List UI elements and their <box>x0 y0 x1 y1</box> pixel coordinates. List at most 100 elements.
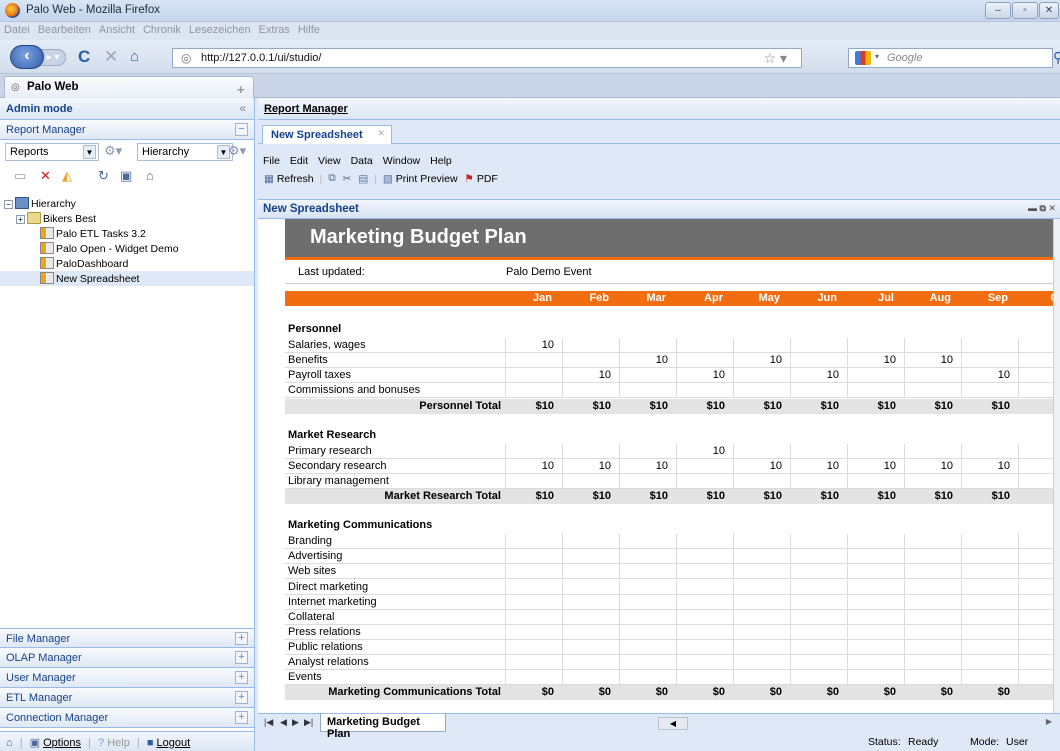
data-cell[interactable] <box>562 594 619 610</box>
data-cell[interactable] <box>676 624 733 640</box>
collapse-panel-icon[interactable]: « <box>239 101 246 115</box>
data-cell[interactable] <box>1018 473 1053 489</box>
data-cell[interactable] <box>676 383 733 399</box>
data-cell[interactable] <box>505 609 562 625</box>
data-cell[interactable] <box>847 443 904 459</box>
data-cell[interactable] <box>847 549 904 565</box>
maximize-icon[interactable]: ▫ <box>1012 2 1038 19</box>
data-cell[interactable] <box>505 473 562 489</box>
expand-icon[interactable]: + <box>235 711 248 724</box>
data-cell[interactable] <box>1018 383 1053 399</box>
data-cell[interactable]: 10 <box>733 353 790 369</box>
tree-node-palo-etl[interactable]: Palo ETL Tasks 3.2 <box>0 226 254 241</box>
data-cell[interactable] <box>505 534 562 550</box>
data-cell[interactable] <box>619 443 676 459</box>
data-cell[interactable] <box>904 579 961 595</box>
data-cell[interactable]: 10 <box>619 353 676 369</box>
paste-icon[interactable]: ▤ <box>358 173 368 185</box>
menu-chronik[interactable]: Chronik <box>139 22 185 36</box>
data-cell[interactable] <box>961 549 1018 565</box>
data-cell[interactable]: 10 <box>961 368 1018 384</box>
data-cell[interactable] <box>847 383 904 399</box>
data-cell[interactable] <box>904 338 961 354</box>
data-cell[interactable] <box>676 338 733 354</box>
data-cell[interactable] <box>733 534 790 550</box>
data-cell[interactable] <box>961 670 1018 686</box>
data-cell[interactable] <box>961 594 1018 610</box>
gear-icon[interactable]: ⚙▾ <box>104 143 122 159</box>
data-cell[interactable] <box>847 473 904 489</box>
data-cell[interactable] <box>562 624 619 640</box>
import-icon[interactable]: ◭ <box>62 168 72 184</box>
data-cell[interactable] <box>733 338 790 354</box>
home-icon[interactable]: ⌂ <box>146 168 154 183</box>
expand-icon[interactable]: + <box>235 691 248 704</box>
data-cell[interactable] <box>1018 609 1053 625</box>
data-cell[interactable] <box>790 624 847 640</box>
refresh-icon[interactable]: ↻ <box>98 168 109 184</box>
tree-node-new-spreadsheet[interactable]: New Spreadsheet <box>0 271 254 286</box>
data-cell[interactable] <box>904 594 961 610</box>
data-cell[interactable] <box>961 639 1018 655</box>
menu-hilfe[interactable]: Hilfe <box>294 22 324 36</box>
close-tab-icon[interactable]: ✕ <box>377 128 385 139</box>
window-controls-icon[interactable]: ▬ ⧉ ✕ <box>1028 203 1056 214</box>
data-cell[interactable] <box>790 383 847 399</box>
data-cell[interactable] <box>676 609 733 625</box>
data-cell[interactable] <box>562 338 619 354</box>
data-cell[interactable] <box>505 383 562 399</box>
data-cell[interactable] <box>1018 534 1053 550</box>
data-cell[interactable] <box>790 549 847 565</box>
data-cell[interactable] <box>1018 458 1053 474</box>
reports-select[interactable]: Reports ▼ <box>5 143 99 161</box>
data-cell[interactable] <box>733 368 790 384</box>
etl-manager-accordion[interactable]: ETL Manager + <box>0 688 254 708</box>
data-cell[interactable] <box>1018 368 1053 384</box>
help-link[interactable]: Help <box>107 737 130 749</box>
collapse-icon[interactable]: − <box>235 123 248 136</box>
sheet-nav-prev-icon[interactable]: ◀ <box>280 717 287 728</box>
data-cell[interactable] <box>904 564 961 580</box>
data-cell[interactable]: 10 <box>562 368 619 384</box>
data-cell[interactable] <box>619 594 676 610</box>
data-cell[interactable] <box>562 564 619 580</box>
data-cell[interactable] <box>961 473 1018 489</box>
data-cell[interactable] <box>847 338 904 354</box>
tree-node-bikers-best[interactable]: + Bikers Best <box>0 211 254 226</box>
olap-manager-accordion[interactable]: OLAP Manager + <box>0 648 254 668</box>
data-cell[interactable]: 10 <box>676 443 733 459</box>
connection-manager-accordion[interactable]: Connection Manager + <box>0 708 254 728</box>
data-cell[interactable] <box>904 549 961 565</box>
data-cell[interactable] <box>961 579 1018 595</box>
data-cell[interactable] <box>505 594 562 610</box>
google-engine-icon[interactable] <box>855 51 871 65</box>
data-cell[interactable] <box>619 564 676 580</box>
data-cell[interactable] <box>790 579 847 595</box>
data-cell[interactable] <box>961 655 1018 671</box>
bookmark-star-icon[interactable]: ☆ ▾ <box>764 50 787 67</box>
data-cell[interactable]: 10 <box>961 458 1018 474</box>
url-bar[interactable]: ◎ http://127.0.0.1/ui/studio/ ☆ ▾ <box>172 48 802 68</box>
data-cell[interactable] <box>562 579 619 595</box>
data-cell[interactable] <box>1018 594 1053 610</box>
data-cell[interactable] <box>676 639 733 655</box>
data-cell[interactable] <box>1018 338 1053 354</box>
data-cell[interactable] <box>961 338 1018 354</box>
data-cell[interactable] <box>562 443 619 459</box>
data-cell[interactable] <box>562 383 619 399</box>
reload-icon[interactable]: C <box>78 48 90 66</box>
data-cell[interactable] <box>562 353 619 369</box>
data-cell[interactable] <box>676 564 733 580</box>
search-bar[interactable]: ▾ Google <box>848 48 1053 68</box>
data-cell[interactable] <box>790 670 847 686</box>
data-cell[interactable] <box>505 579 562 595</box>
data-cell[interactable] <box>505 639 562 655</box>
search-go-icon[interactable]: ⚲ <box>1053 49 1060 66</box>
menu-lesezeichen[interactable]: Lesezeichen <box>185 22 255 36</box>
data-cell[interactable] <box>847 624 904 640</box>
data-cell[interactable] <box>733 670 790 686</box>
data-cell[interactable] <box>562 473 619 489</box>
data-cell[interactable] <box>904 443 961 459</box>
file-manager-accordion[interactable]: File Manager + <box>0 628 254 648</box>
expand-node-icon[interactable]: + <box>16 215 25 224</box>
